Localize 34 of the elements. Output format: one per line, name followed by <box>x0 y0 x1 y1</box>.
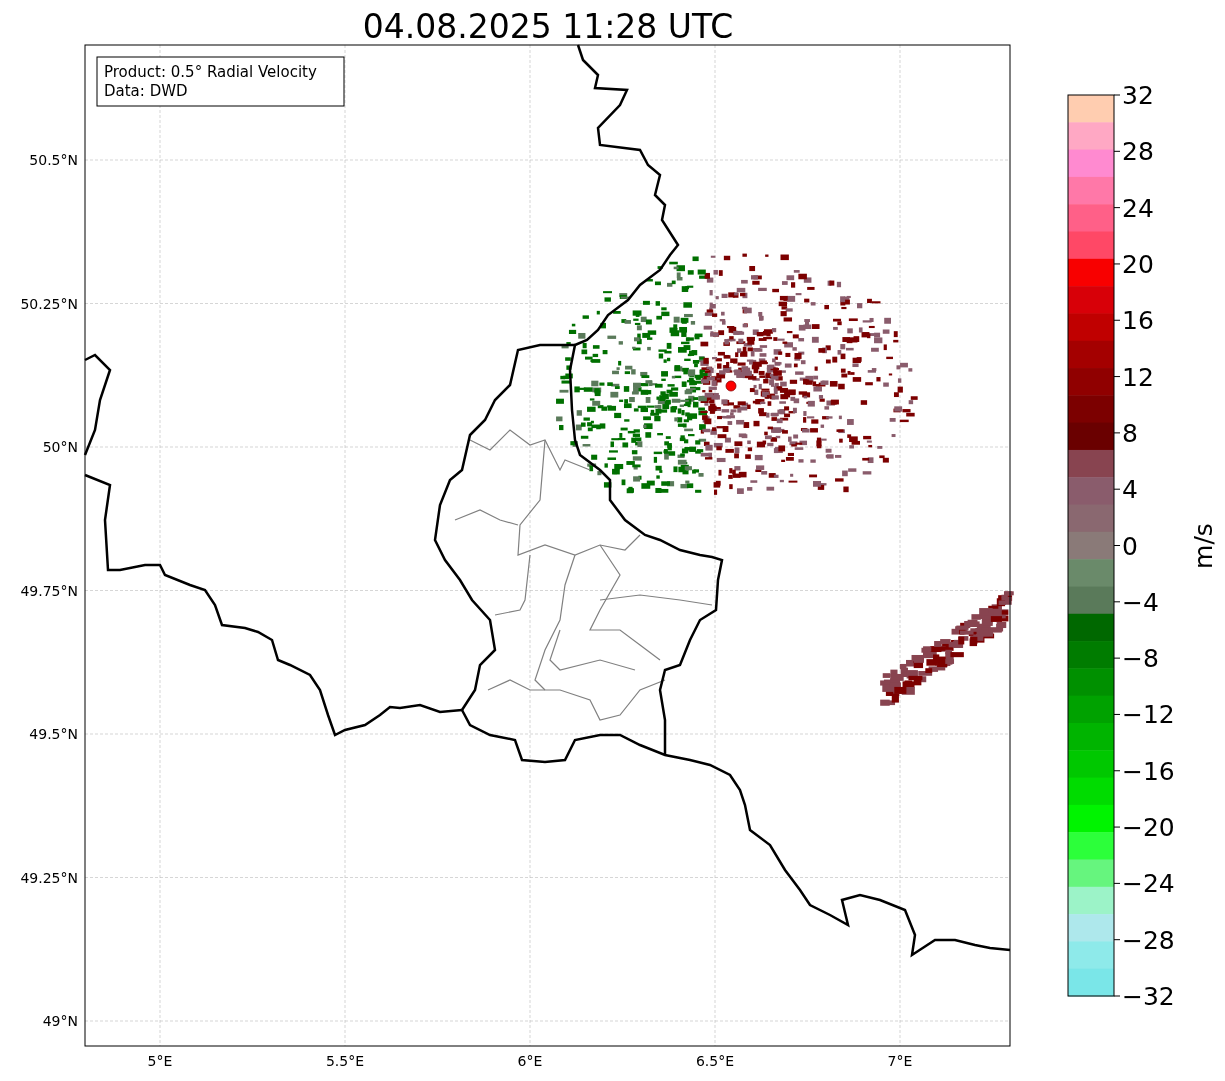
colorbar-tick-label: −28 <box>1122 925 1175 955</box>
colorbar-tick-label: −4 <box>1122 587 1159 617</box>
latitude-label: 50°N <box>42 439 78 455</box>
colorbar-tick-label: −8 <box>1122 644 1159 674</box>
longitude-label: 6.5°E <box>695 1053 735 1069</box>
colorbar-tick-label: 32 <box>1122 81 1154 110</box>
longitude-label: 5.5°E <box>325 1053 365 1069</box>
colorbar-tick-label: 0 <box>1122 531 1138 561</box>
colorbar-tick-label: −32 <box>1122 982 1175 1011</box>
colorbar-unit-label: m/s <box>1189 523 1218 569</box>
colorbar-tick-label: 8 <box>1122 418 1138 448</box>
chart-title: 04.08.2025 11:28 UTC <box>362 7 734 46</box>
longitude-label: 5°E <box>147 1053 173 1069</box>
latitude-label: 49°N <box>42 1013 78 1029</box>
info-text: Data: DWD <box>104 82 188 100</box>
longitude-label: 7°E <box>887 1053 913 1069</box>
colorbar-tick-label: 4 <box>1122 475 1138 505</box>
colorbar-tick-label: 28 <box>1122 137 1154 167</box>
colorbar-tick-label: 20 <box>1122 249 1154 279</box>
colorbar-tick-label: 16 <box>1122 306 1154 336</box>
colorbar-tick-label: −24 <box>1122 869 1175 899</box>
info-text: Product: 0.5° Radial Velocity <box>104 63 317 81</box>
colorbar-tick-label: 12 <box>1122 362 1154 392</box>
colorbar-tick-label: −16 <box>1122 756 1175 786</box>
colorbar-tick-label: −20 <box>1122 813 1175 843</box>
latitude-label: 50.5°N <box>29 152 78 168</box>
colorbar-tick-label: −12 <box>1122 700 1175 730</box>
colorbar-tick-label: 24 <box>1122 193 1154 223</box>
radar-site-marker <box>725 380 737 392</box>
latitude-label: 50.25°N <box>20 295 78 312</box>
latitude-label: 49.5°N <box>29 726 78 742</box>
latitude-label: 49.75°N <box>20 582 78 599</box>
latitude-label: 49.25°N <box>20 869 78 886</box>
longitude-label: 6°E <box>517 1053 543 1069</box>
